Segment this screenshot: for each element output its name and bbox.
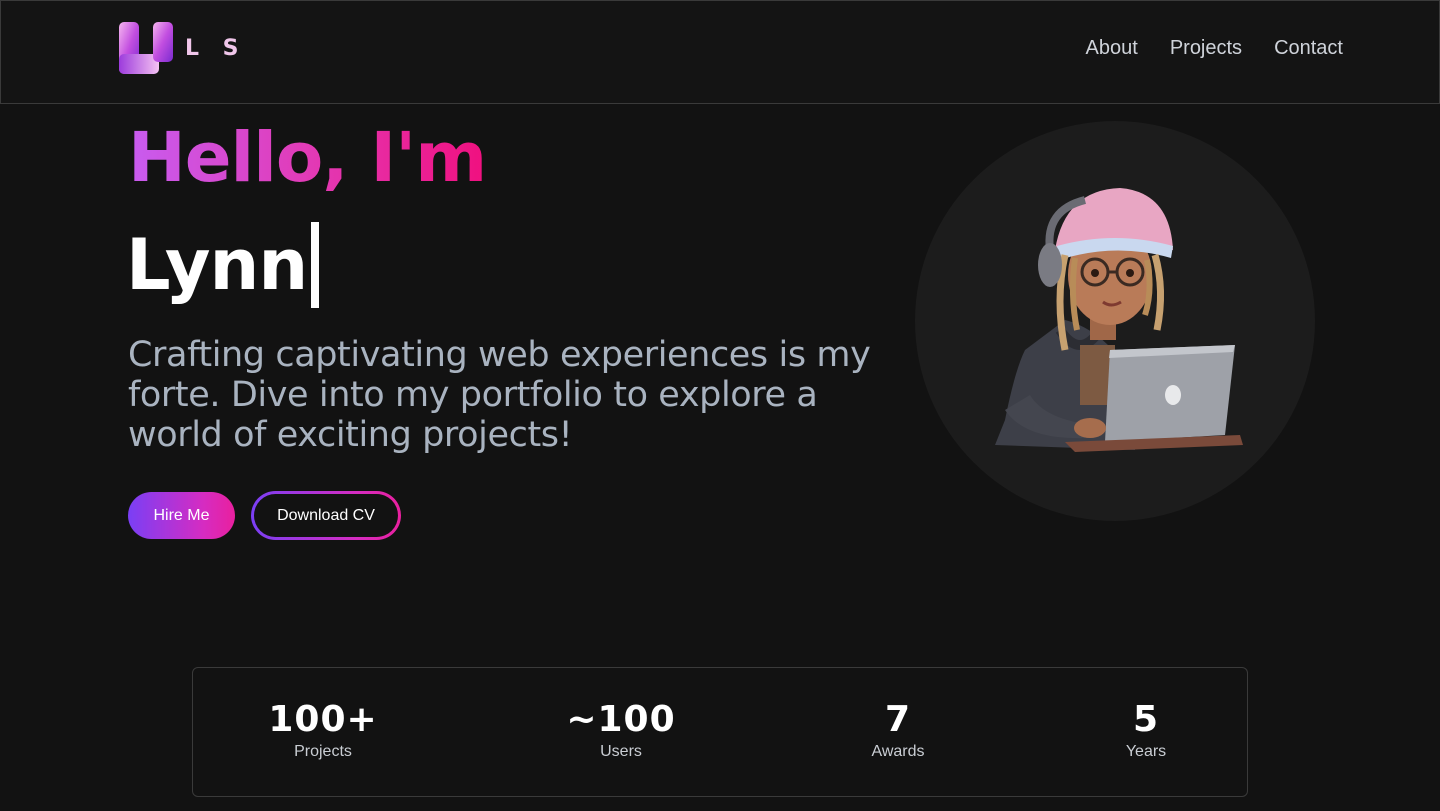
logo-text: L S (185, 35, 247, 61)
stat-value: 100+ (268, 699, 378, 740)
stats-panel: 100+ Projects ~100 Users 7 Awards 5 Year… (192, 667, 1248, 797)
stat-projects: 100+ Projects (268, 698, 377, 762)
logo[interactable]: L S (117, 20, 247, 76)
nav-menu: About Projects Contact (1086, 37, 1343, 60)
stat-years: 5 Years (1126, 698, 1166, 762)
navbar: L S About Projects Contact (0, 0, 1440, 104)
nav-link-projects[interactable]: Projects (1170, 37, 1242, 60)
stat-value: 7 (884, 699, 912, 740)
l-shape-logo-icon (119, 22, 173, 74)
hero-name: Lynn (126, 222, 320, 308)
stat-value: ~100 (566, 699, 676, 740)
stat-awards: 7 Awards (871, 698, 924, 762)
stat-label: Users (600, 743, 642, 760)
girl-with-laptop-illustration (995, 188, 1243, 452)
stat-label: Years (1125, 743, 1167, 760)
hire-me-button[interactable]: Hire Me (128, 492, 235, 539)
nav-link-about[interactable]: About (1086, 37, 1138, 60)
hero-greeting: Hello, I'm (128, 118, 487, 198)
stat-value: 5 (1132, 699, 1160, 740)
nav-link-contact[interactable]: Contact (1274, 37, 1343, 60)
stat-label: Awards (871, 743, 925, 760)
hero-tagline: Crafting captivating web experiences is … (128, 335, 871, 455)
stat-label: Projects (294, 743, 352, 760)
download-cv-button[interactable]: Download CV (254, 494, 398, 537)
download-cv-button-border: Download CV (251, 491, 401, 540)
hero-name-text: Lynn (126, 224, 308, 306)
stat-users: ~100 Users (566, 698, 675, 762)
typing-cursor (311, 222, 320, 308)
